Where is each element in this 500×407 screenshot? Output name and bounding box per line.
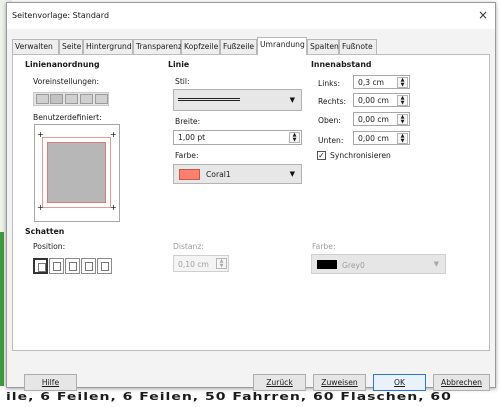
line-color-name: Coral1 <box>206 170 231 179</box>
shadow-top-left-button[interactable] <box>97 258 112 274</box>
corner-marker-icon: + <box>37 130 44 139</box>
shadow-position-selector <box>33 258 113 274</box>
background-document-text: ile, 6 Feilen, 6 Feilen, 50 Fahrren, 60 … <box>6 391 452 403</box>
check-icon: ✓ <box>318 151 325 160</box>
padding-top-label: Oben: <box>318 116 341 125</box>
shadow-bottom-left-button[interactable] <box>81 258 96 274</box>
tab-transparenz[interactable]: Transparenz <box>133 39 182 55</box>
padding-right-value: 0,00 cm <box>358 96 389 105</box>
tab-kopfzeile[interactable]: Kopfzeile <box>181 39 220 55</box>
chevron-down-icon: ▼ <box>433 260 439 268</box>
preset-box-button[interactable] <box>50 94 63 104</box>
padding-right-label: Rechts: <box>318 97 347 106</box>
user-defined-label: Benutzerdefiniert: <box>33 113 102 122</box>
presets-toolbar <box>33 92 109 106</box>
style-label: Stil: <box>175 77 190 86</box>
padding-right-field[interactable]: 0,00 cm ▲ ▼ <box>353 93 410 107</box>
ok-button-label: OK <box>394 378 405 387</box>
tab-spalten[interactable]: Spalten <box>307 39 339 55</box>
preset-box-inner-button[interactable] <box>65 94 78 104</box>
spin-button[interactable]: ▲ ▼ <box>289 132 300 143</box>
back-button-label: Zurück <box>266 378 293 387</box>
padding-left-value: 0,3 cm <box>358 78 385 87</box>
shadow-none-button[interactable] <box>33 258 48 274</box>
shadow-heading: Schatten <box>25 227 65 236</box>
spin-down-icon: ▼ <box>219 263 224 269</box>
spin-down-icon: ▼ <box>400 82 405 88</box>
padding-bottom-field[interactable]: 0,00 cm ▲ ▼ <box>353 131 410 145</box>
spin-down-icon: ▼ <box>400 119 405 125</box>
shadow-color-label: Farbe: <box>312 242 336 251</box>
line-width-value: 1,00 pt <box>178 133 206 142</box>
background-green-strip <box>0 232 4 407</box>
padding-bottom-label: Unten: <box>318 136 344 145</box>
shadow-top-right-icon <box>69 262 77 271</box>
spin-down-icon: ▼ <box>400 138 405 144</box>
padding-heading: Innenabstand <box>311 60 372 69</box>
tab-hintergrund[interactable]: Hintergrund <box>83 39 133 55</box>
assign-button[interactable]: Zuweisen <box>313 374 366 391</box>
shadow-distance-field[interactable]: 0,10 cm ▲ ▼ <box>173 255 229 272</box>
spin-button[interactable]: ▲ ▼ <box>397 133 408 144</box>
corner-marker-icon: + <box>37 203 44 212</box>
padding-left-field[interactable]: 0,3 cm ▲ ▼ <box>353 75 410 89</box>
shadow-color-name: Grey0 <box>342 261 365 270</box>
shadow-position-label: Position: <box>33 242 66 251</box>
spin-down-icon: ▼ <box>292 137 297 143</box>
corner-marker-icon: + <box>110 203 117 212</box>
cancel-button[interactable]: Abbrechen <box>433 374 490 391</box>
line-color-swatch <box>179 169 200 180</box>
assign-button-label: Zuweisen <box>321 378 358 387</box>
shadow-bottom-right-button[interactable] <box>49 258 64 274</box>
chevron-down-icon: ▼ <box>289 96 295 104</box>
width-label: Breite: <box>175 117 201 126</box>
color-label: Farbe: <box>175 151 199 160</box>
shadow-bottom-right-icon <box>53 262 61 271</box>
back-button[interactable]: Zurück <box>253 374 306 391</box>
shadow-bottom-left-icon <box>85 262 93 271</box>
corner-marker-icon: + <box>110 130 117 139</box>
synchronize-label: Synchronisieren <box>330 151 391 160</box>
chevron-down-icon: ▼ <box>289 170 295 178</box>
tab-fussnote[interactable]: Fußnote <box>339 39 377 55</box>
preset-top-bottom-button[interactable] <box>95 94 108 104</box>
padding-bottom-value: 0,00 cm <box>358 134 389 143</box>
line-style-preview <box>178 98 240 101</box>
preset-none-button[interactable] <box>36 94 49 104</box>
shadow-distance-value: 0,10 cm <box>178 260 209 269</box>
help-button[interactable]: Hilfe <box>24 374 77 391</box>
tab-verwalten[interactable]: Verwalten <box>12 39 59 55</box>
shadow-none-icon <box>38 263 46 272</box>
close-icon[interactable]: × <box>478 8 488 22</box>
dialog-title: Seitenvorlage: Standard <box>12 11 110 20</box>
shadow-top-right-button[interactable] <box>65 258 80 274</box>
tab-fusszeile[interactable]: Fußzeile <box>220 39 257 55</box>
padding-top-field[interactable]: 0,00 cm ▲ ▼ <box>353 112 410 126</box>
spin-down-icon: ▼ <box>400 100 405 106</box>
help-button-label: Hilfe <box>41 378 60 387</box>
border-preview-area <box>47 142 106 203</box>
line-width-field[interactable]: 1,00 pt ▲ ▼ <box>173 130 302 145</box>
line-arrangement-heading: Linienanordnung <box>25 60 100 69</box>
line-heading: Linie <box>168 60 190 69</box>
shadow-distance-label: Distanz: <box>173 242 204 251</box>
spin-button[interactable]: ▲ ▼ <box>397 95 408 106</box>
tab-umrandung[interactable]: Umrandung <box>257 37 307 55</box>
spin-button[interactable]: ▲ ▼ <box>216 258 227 269</box>
spin-button[interactable]: ▲ ▼ <box>397 77 408 88</box>
tab-seite[interactable]: Seite <box>59 39 83 55</box>
shadow-top-left-icon <box>101 262 109 271</box>
padding-left-label: Links: <box>318 79 341 88</box>
shadow-color-swatch <box>317 260 337 269</box>
spin-button[interactable]: ▲ ▼ <box>397 114 408 125</box>
synchronize-checkbox[interactable]: ✓ <box>317 151 326 160</box>
presets-label: Voreinstellungen: <box>33 77 100 86</box>
cancel-button-label: Abbrechen <box>441 378 482 387</box>
padding-top-value: 0,00 cm <box>358 115 389 124</box>
ok-button[interactable]: OK <box>373 374 426 391</box>
preset-left-right-button[interactable] <box>80 94 93 104</box>
